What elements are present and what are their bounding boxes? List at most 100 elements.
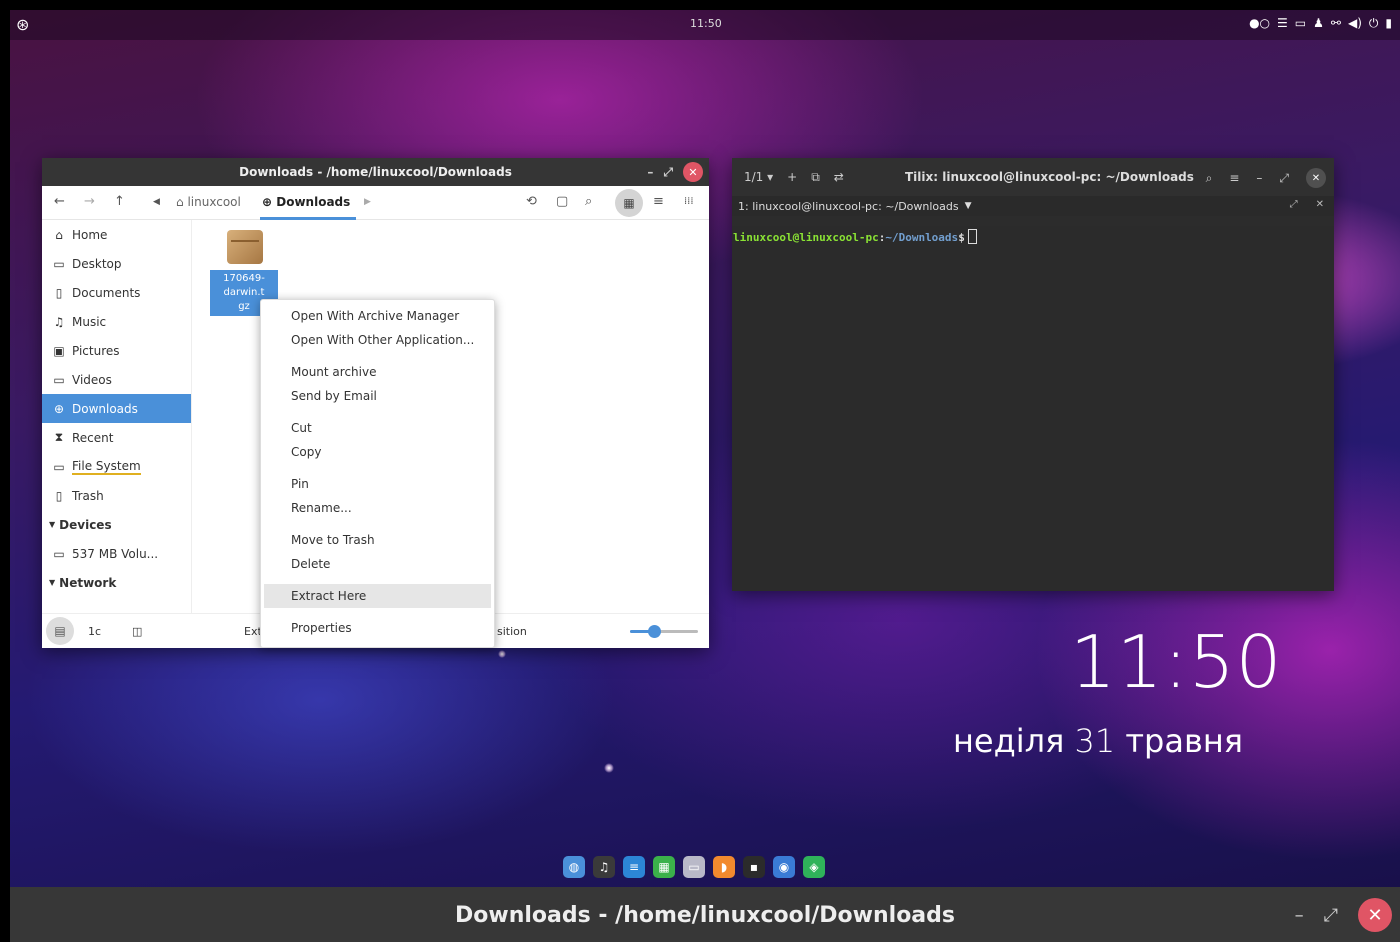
browser-icon[interactable]: ◍ [563, 856, 585, 878]
minimize-button[interactable]: – [1256, 171, 1262, 185]
desktop-clock-time: 11:50 [1070, 620, 1283, 704]
maximize-terminal-icon[interactable]: ⤢ [1290, 199, 1298, 210]
software-center-icon[interactable]: ◗ [713, 856, 735, 878]
menu-item-delete[interactable]: Delete [261, 552, 494, 576]
videos-icon: ▭ [53, 372, 65, 387]
path-current-label: Downloads [276, 195, 351, 209]
menu-item-copy[interactable]: Copy [261, 440, 494, 464]
sidebar-item-filesystem[interactable]: ▭ File System [42, 452, 191, 481]
text-editor-icon[interactable]: ≡ [623, 856, 645, 878]
sidebar-item-home[interactable]: ⌂ Home [42, 220, 191, 249]
link-icon[interactable]: ⚯ [1331, 16, 1341, 31]
menu-item-open-with-archive-manager[interactable]: Open With Archive Manager [261, 304, 494, 328]
sidebar-toggle-icon[interactable]: ▤ [46, 617, 74, 645]
menu-item-properties[interactable]: Properties [261, 616, 494, 640]
section-label: Devices [59, 517, 112, 532]
menu-item-extract-here[interactable]: Extract Here [264, 584, 491, 608]
window-controls: – ⤢ ✕ [647, 162, 703, 182]
menu-item-open-with-other-application[interactable]: Open With Other Application... [261, 328, 494, 352]
close-button[interactable]: ✕ [1358, 898, 1392, 932]
menu-item-pin[interactable]: Pin [261, 472, 494, 496]
sidebar-section-network[interactable]: ▼ Network [42, 568, 191, 597]
chevron-down-icon: ▼ [49, 578, 56, 587]
file-manager-titlebar[interactable]: Downloads - /home/linuxcool/Downloads – … [42, 158, 709, 186]
menu-item-send-by-email[interactable]: Send by Email [261, 384, 494, 408]
path-home-button[interactable]: ⌂ linuxcool [176, 195, 241, 209]
sidebar-item-trash[interactable]: ▯ Trash [42, 481, 191, 510]
sidebar-item-videos[interactable]: ▭ Videos [42, 365, 191, 394]
files-icon[interactable]: ▭ [683, 856, 705, 878]
power-icon[interactable]: ⏻ [1369, 16, 1379, 31]
sidebar-item-music[interactable]: ♫ Music [42, 307, 191, 336]
screenshot-icon[interactable]: ◉ [773, 856, 795, 878]
sidebar-item-recent[interactable]: ⧗ Recent [42, 423, 191, 452]
menu-icon[interactable]: ☰ [1277, 16, 1288, 31]
sidebar-item-documents[interactable]: ▯ Documents [42, 278, 191, 307]
status-panel-icon[interactable]: ◫ [132, 625, 142, 638]
menu-icon[interactable]: ≡ [1229, 171, 1239, 185]
close-button[interactable]: ✕ [1306, 168, 1326, 188]
menu-item-mount-archive[interactable]: Mount archive [261, 360, 494, 384]
path-left-icon[interactable]: ◀ [153, 197, 160, 207]
session-switcher[interactable]: 1/1 ▾ [744, 170, 773, 185]
vpn-icon[interactable]: ◈ [803, 856, 825, 878]
context-menu: Open With Archive Manager Open With Other… [260, 299, 495, 648]
zoom-slider[interactable] [630, 625, 698, 638]
sidebar-item-pictures[interactable]: ▣ Pictures [42, 336, 191, 365]
menu-item-cut[interactable]: Cut [261, 416, 494, 440]
menu-item-rename[interactable]: Rename... [261, 496, 494, 520]
close-button[interactable]: ✕ [683, 162, 703, 182]
sidebar-item-volume[interactable]: ▭ 537 MB Volu... [42, 539, 191, 568]
search-icon[interactable]: ⌕ [585, 194, 592, 209]
search-icon[interactable]: ⌕ [1206, 171, 1213, 186]
terminal-titlebar[interactable]: 1/1 ▾ + ⧉ ⇄ Tilix: linuxcool@linuxcool-p… [732, 158, 1334, 196]
volume-icon[interactable]: ◀) [1348, 16, 1362, 31]
network-dots-icon[interactable]: ●○ [1249, 16, 1270, 31]
downloads-icon: ⊕ [53, 401, 65, 416]
list-view-icon[interactable]: ≡ [653, 194, 664, 209]
minimize-button[interactable]: – [1295, 905, 1304, 926]
compact-view-icon[interactable]: ⁞⁞⁞ [684, 196, 694, 207]
panel-clock[interactable]: 11:50 [690, 17, 722, 30]
split-right-icon[interactable]: ⧉ [811, 170, 820, 185]
menu-separator [261, 576, 494, 584]
close-terminal-icon[interactable]: ✕ [1316, 199, 1324, 210]
reload-icon[interactable]: ⟲ [526, 194, 537, 209]
spreadsheet-icon[interactable]: ▦ [653, 856, 675, 878]
forward-arrow-icon[interactable]: → [84, 194, 95, 209]
menu-item-move-to-trash[interactable]: Move to Trash [261, 528, 494, 552]
maximize-button[interactable]: ⤢ [663, 165, 673, 180]
sidebar-item-downloads[interactable]: ⊕ Downloads [42, 394, 191, 423]
prompt-user: linuxcool@linuxcool-pc [733, 231, 879, 244]
calendar-icon[interactable]: ▭ [1295, 16, 1306, 31]
terminal-screen[interactable]: linuxcool@linuxcool-pc:~/Downloads$ [732, 226, 1334, 591]
places-sidebar: ⌂ Home ▭ Desktop ▯ Documents ♫ Music ▣ Pictur… [42, 220, 192, 613]
grid-view-icon[interactable]: ▦ [615, 189, 643, 217]
screen-icon[interactable]: ▮ [1385, 16, 1392, 31]
session-title: 1: linuxcool@linuxcool-pc: ~/Downloads [738, 199, 959, 213]
terminal-session-bar[interactable]: 1: linuxcool@linuxcool-pc: ~/Downloads ▼… [732, 196, 1334, 216]
zoom-slider-knob[interactable] [647, 625, 661, 638]
music-player-icon[interactable]: ♫ [593, 856, 615, 878]
back-arrow-icon[interactable]: ← [54, 194, 65, 209]
path-right-icon[interactable]: ▶ [364, 197, 371, 207]
split-down-icon[interactable]: ⇄ [834, 170, 844, 185]
sidebar-label: Home [72, 227, 108, 242]
sidebar-section-devices[interactable]: ▼ Devices [42, 510, 191, 539]
status-left: 1c [88, 625, 102, 638]
path-current-button[interactable]: ⊕ Downloads [262, 195, 350, 209]
new-folder-icon[interactable]: ▢ [556, 194, 568, 209]
maximize-button[interactable]: ⤢ [1279, 171, 1289, 186]
chevron-down-icon[interactable]: ▼ [965, 201, 972, 211]
date-day: неділя [953, 722, 1065, 760]
up-arrow-icon[interactable]: ↑ [114, 194, 125, 209]
active-window-bar[interactable]: Downloads - /home/linuxcool/Downloads – … [10, 887, 1400, 942]
screen-border [0, 0, 10, 942]
terminal-icon[interactable]: ▪ [743, 856, 765, 878]
bell-icon[interactable]: ♟ [1313, 16, 1324, 31]
os-logo-icon[interactable]: ⊛ [16, 16, 34, 34]
add-session-icon[interactable]: + [787, 170, 797, 185]
minimize-button[interactable]: – [647, 165, 653, 179]
maximize-button[interactable]: ⤢ [1324, 905, 1338, 926]
sidebar-item-desktop[interactable]: ▭ Desktop [42, 249, 191, 278]
